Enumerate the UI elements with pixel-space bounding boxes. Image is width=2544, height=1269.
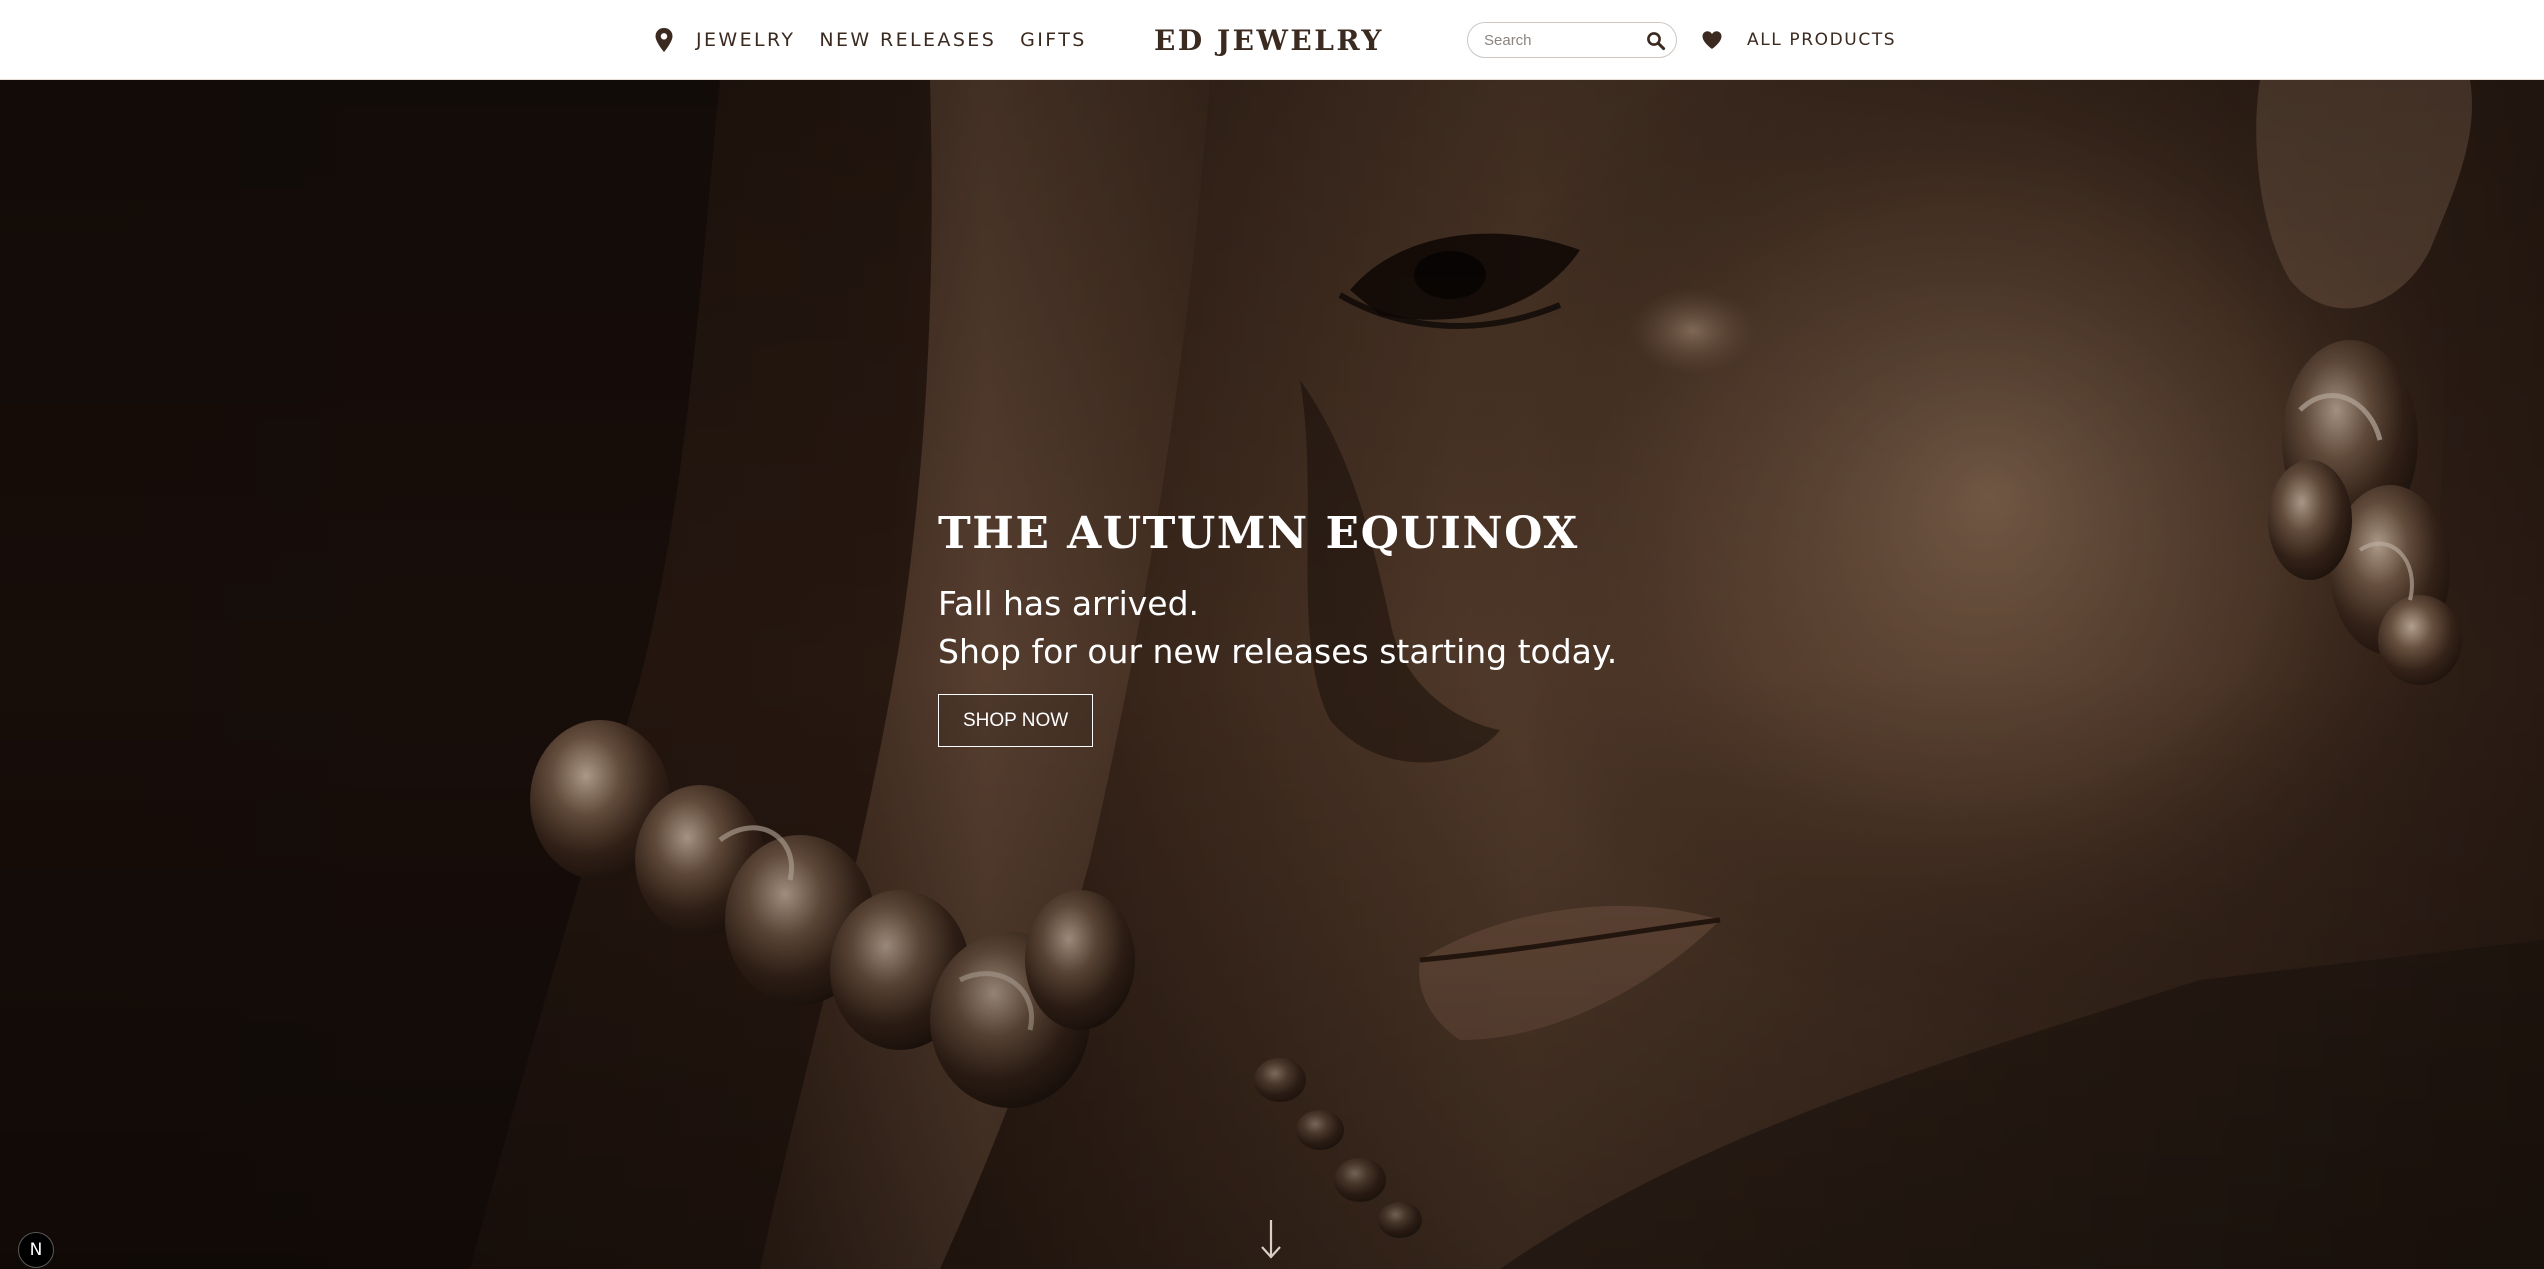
utility-nav: ALL PRODUCTS <box>1467 0 1896 80</box>
hero-banner: THE AUTUMN EQUINOX Fall has arrived. Sho… <box>0 80 2544 1269</box>
shop-now-button[interactable]: SHOP NOW <box>938 694 1094 747</box>
search-box <box>1467 22 1677 58</box>
heart-icon[interactable] <box>1701 30 1723 50</box>
hero-content: THE AUTUMN EQUINOX Fall has arrived. Sho… <box>938 512 1617 747</box>
primary-nav: JEWELRY NEW RELEASES GIFTS <box>654 0 1111 80</box>
search-input[interactable] <box>1482 24 1646 56</box>
search-icon[interactable] <box>1646 31 1666 51</box>
nav-link-new-releases[interactable]: NEW RELEASES <box>819 29 996 51</box>
hero-subtitle: Shop for our new releases starting today… <box>938 632 1618 671</box>
nav-link-gifts[interactable]: GIFTS <box>1020 29 1087 51</box>
framework-badge[interactable]: N <box>18 1232 54 1268</box>
page: JEWELRY NEW RELEASES GIFTS ED JEWELRY Se… <box>0 0 2544 1269</box>
brand-logo[interactable]: ED JEWELRY <box>1154 0 1384 80</box>
all-products-link[interactable]: ALL PRODUCTS <box>1747 30 1896 50</box>
site-header: JEWELRY NEW RELEASES GIFTS ED JEWELRY Se… <box>0 0 2544 80</box>
arrow-down-icon[interactable] <box>1259 1218 1283 1260</box>
hero-tagline: Fall has arrived. <box>938 584 1200 623</box>
location-pin-icon[interactable] <box>654 27 674 53</box>
hero-title: THE AUTUMN EQUINOX <box>938 508 1579 559</box>
nav-link-jewelry[interactable]: JEWELRY <box>696 29 795 51</box>
